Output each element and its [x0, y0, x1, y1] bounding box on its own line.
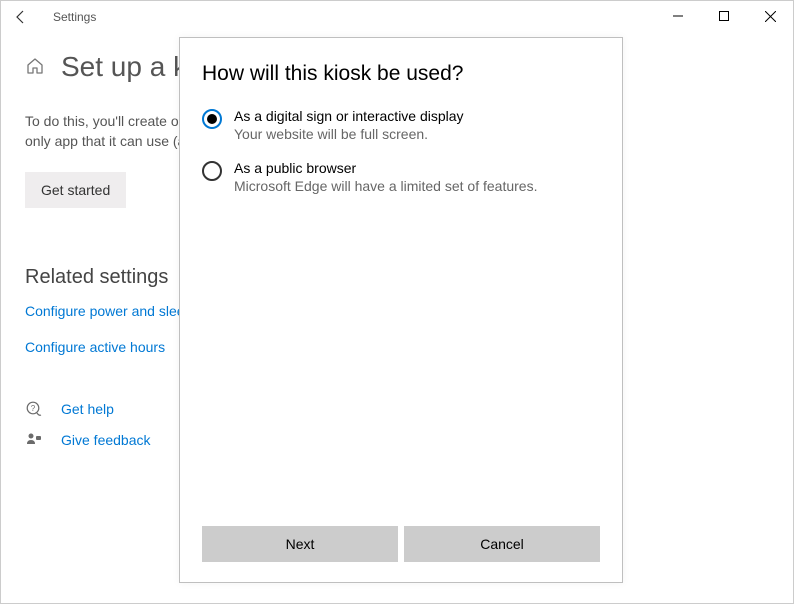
link-give-feedback[interactable]: Give feedback	[61, 432, 151, 448]
next-button[interactable]: Next	[202, 526, 398, 562]
feedback-icon	[25, 432, 43, 448]
option1-label: As a digital sign or interactive display	[234, 108, 464, 124]
radio-indicator-selected	[202, 109, 222, 129]
dialog-title: How will this kiosk be used?	[202, 62, 600, 86]
option2-label: As a public browser	[234, 160, 537, 176]
minimize-button[interactable]	[655, 1, 701, 31]
arrow-left-icon	[13, 9, 29, 25]
maximize-button[interactable]	[701, 1, 747, 31]
option2-subtext: Microsoft Edge will have a limited set o…	[234, 178, 537, 194]
minimize-icon	[673, 11, 683, 21]
option1-subtext: Your website will be full screen.	[234, 126, 464, 142]
radio-dot-icon	[207, 114, 217, 124]
settings-window: Settings Set up a kiosk To do this, you'…	[0, 0, 794, 604]
link-get-help[interactable]: Get help	[61, 401, 114, 417]
help-icon: ?	[25, 401, 43, 418]
home-icon	[25, 56, 45, 79]
svg-text:?: ?	[30, 404, 35, 413]
cancel-button[interactable]: Cancel	[404, 526, 600, 562]
dialog-button-row: Next Cancel	[202, 526, 600, 562]
kiosk-usage-dialog: How will this kiosk be used? As a digita…	[179, 37, 623, 583]
radio-text: As a digital sign or interactive display…	[234, 108, 464, 142]
maximize-icon	[719, 11, 729, 21]
radio-option-digital-sign[interactable]: As a digital sign or interactive display…	[202, 108, 600, 142]
radio-text: As a public browser Microsoft Edge will …	[234, 160, 537, 194]
titlebar: Settings	[1, 1, 793, 33]
window-controls	[655, 1, 793, 31]
close-button[interactable]	[747, 1, 793, 31]
radio-indicator-unselected	[202, 161, 222, 181]
radio-option-public-browser[interactable]: As a public browser Microsoft Edge will …	[202, 160, 600, 194]
back-button[interactable]	[11, 7, 31, 27]
app-title: Settings	[53, 10, 96, 24]
close-icon	[765, 11, 776, 22]
get-started-button[interactable]: Get started	[25, 172, 126, 208]
